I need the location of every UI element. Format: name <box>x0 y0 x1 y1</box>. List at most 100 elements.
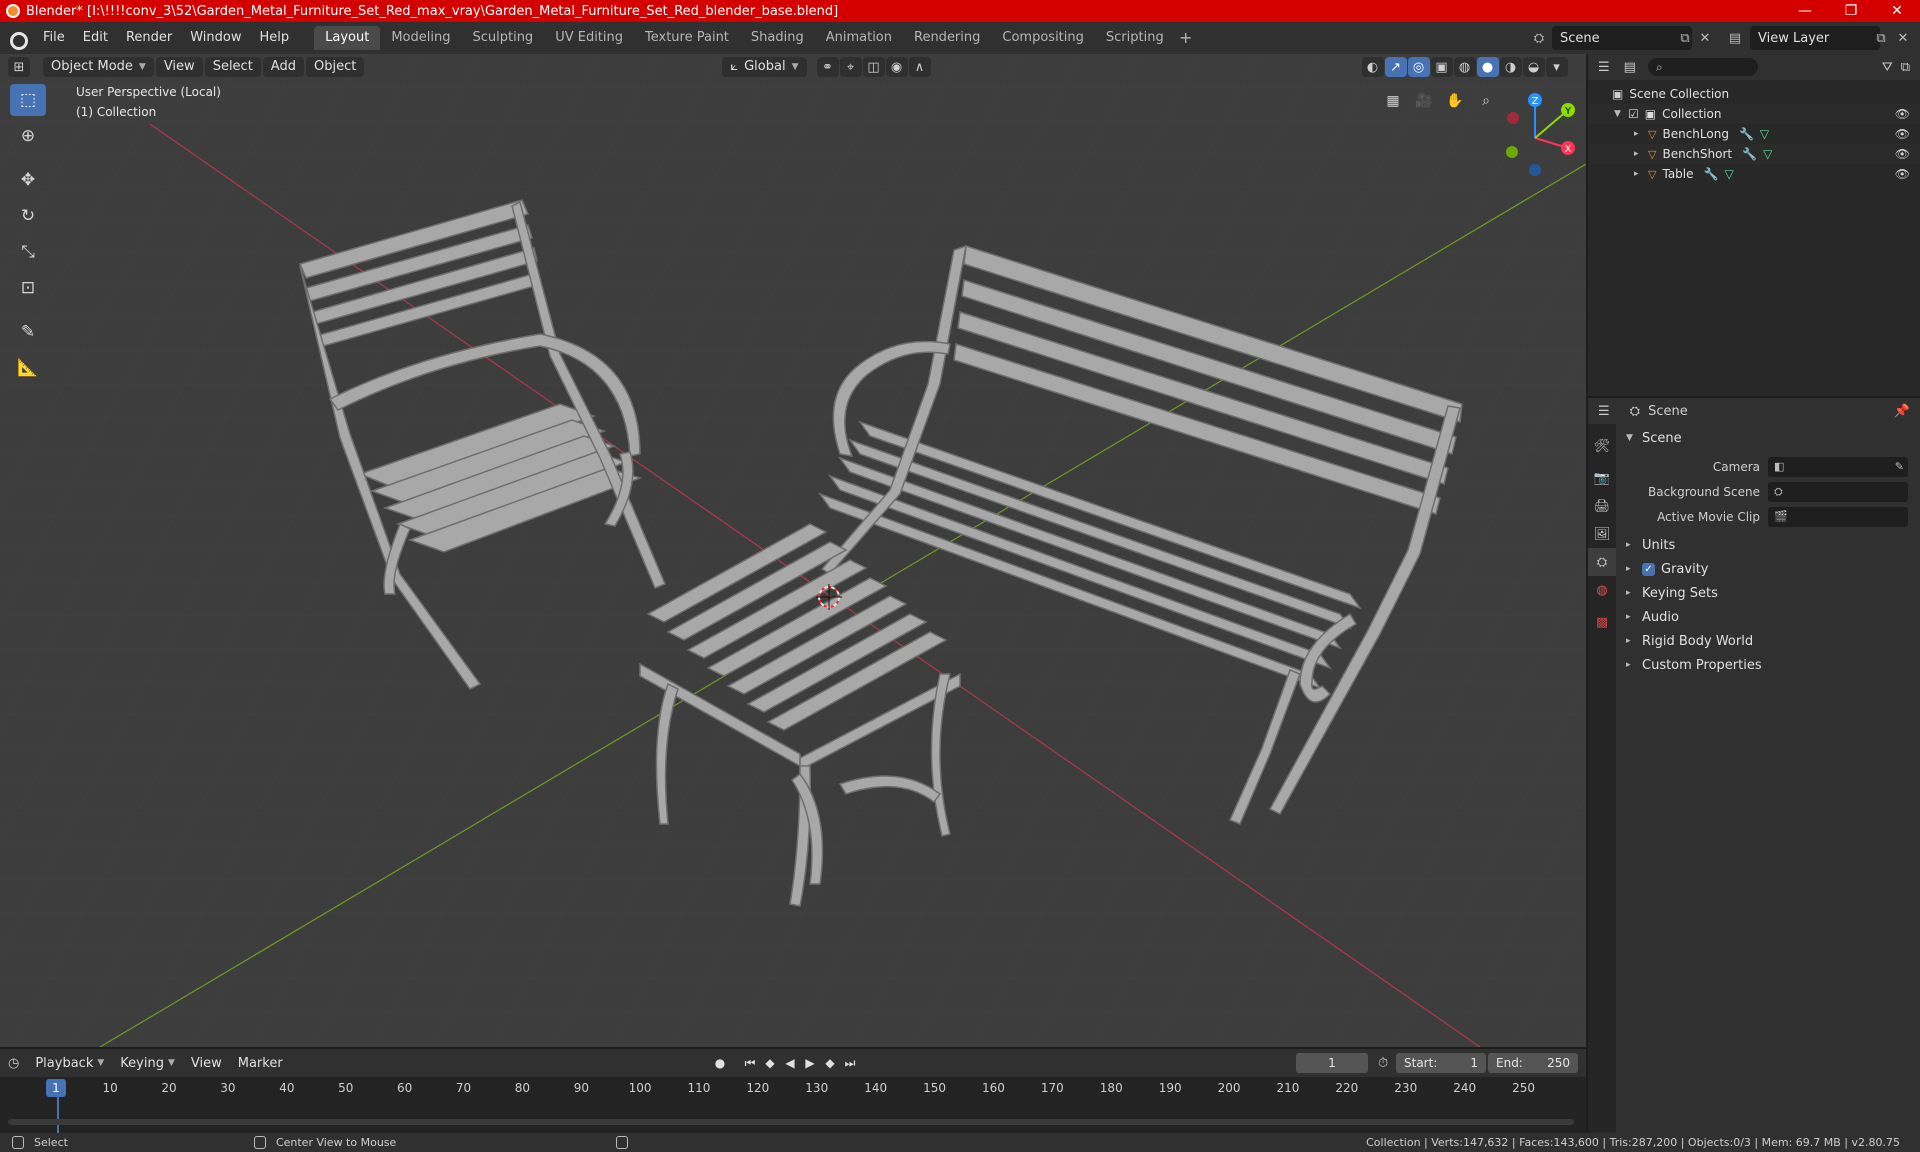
scale-tool[interactable]: ⤡ <box>10 236 46 268</box>
menu-edit[interactable]: Edit <box>74 26 117 50</box>
measure-tool[interactable]: 📐 <box>10 352 46 384</box>
rotate-tool[interactable]: ↻ <box>10 200 46 232</box>
outliner-row-benchlong[interactable]: ▸ ▽ BenchLong 🔧 ▽ 👁 <box>1588 124 1920 144</box>
solid-shading-icon[interactable]: ● <box>1476 57 1499 77</box>
select-box-tool[interactable]: ⬚ <box>10 84 46 116</box>
outliner-editor-icon[interactable]: ☰ <box>1598 60 1610 75</box>
record-icon[interactable]: ● <box>710 1053 730 1073</box>
outliner-search-input[interactable]: ⌕ <box>1647 58 1758 76</box>
outliner-row-benchshort[interactable]: ▸ ▽ BenchShort 🔧 ▽ 👁 <box>1588 144 1920 164</box>
menu-file[interactable]: File <box>34 26 74 50</box>
expand-collection-icon[interactable]: ▼ <box>1614 109 1624 119</box>
timeline-ruler[interactable]: 10 20 30 40 50 60 70 80 90 100 110 120 130 140 150 160 1… <box>0 1077 1586 1099</box>
toggle-grid-icon[interactable]: ▦ <box>1380 88 1406 114</box>
stopwatch-icon[interactable]: ⏱ <box>1378 1056 1388 1071</box>
tab-animation[interactable]: Animation <box>815 26 903 50</box>
visibility-icon[interactable]: ◐ <box>1361 57 1384 77</box>
scene-selector-icon[interactable]: ⛭ <box>1528 26 1550 50</box>
scene-name-field[interactable]: Scene <box>1552 26 1692 50</box>
tab-shading[interactable]: Shading <box>740 26 815 50</box>
benchlong-visibility-icon[interactable]: 👁 <box>1895 127 1910 141</box>
scene-section-header[interactable]: ▼ Scene <box>1618 426 1920 450</box>
falloff-icon[interactable]: ∧ <box>908 57 931 77</box>
gravity-panel-header[interactable]: ▸ ✓ Gravity <box>1618 557 1920 581</box>
collection-visibility-icon[interactable]: 👁 <box>1895 107 1910 121</box>
collection-checkbox[interactable]: ☑ <box>1628 107 1639 121</box>
texture-tab-icon[interactable]: ▩ <box>1588 608 1616 636</box>
view-layer-tab-icon[interactable]: 🖼 <box>1588 520 1616 548</box>
tab-layout[interactable]: Layout <box>314 26 381 50</box>
timeline-scrollbar[interactable] <box>8 1119 1574 1125</box>
timeline-menu-view[interactable]: View <box>183 1056 230 1071</box>
tab-scripting[interactable]: Scripting <box>1095 26 1175 50</box>
filter-icon[interactable]: ⛛ <box>1882 60 1893 75</box>
snap-target-icon[interactable]: ◫ <box>862 57 885 77</box>
viewport-menu-object[interactable]: Object <box>305 57 365 77</box>
menu-render[interactable]: Render <box>117 26 181 50</box>
neg-y-axis-handle[interactable] <box>1506 146 1518 158</box>
material-shading-icon[interactable]: ◑ <box>1499 57 1522 77</box>
jump-end-icon[interactable]: ⏭ <box>840 1053 860 1073</box>
timeline-menu-playback[interactable]: Playback ▼ <box>27 1056 112 1071</box>
editor-type-icon[interactable]: ⊞ <box>8 57 30 77</box>
shading-options-icon[interactable]: ▾ <box>1545 57 1568 77</box>
overlay-toggle-icon[interactable]: ◎ <box>1407 57 1430 77</box>
cursor-tool[interactable]: ⊕ <box>10 120 46 152</box>
mesh-data-icon[interactable]: ▽ <box>1724 167 1733 181</box>
mesh-data-icon[interactable]: ▽ <box>1763 147 1772 161</box>
mode-selector[interactable]: Object Mode ▼ <box>43 57 154 77</box>
mesh-data-icon[interactable]: ▽ <box>1760 127 1769 141</box>
render-tab-icon[interactable]: 📷 <box>1588 464 1616 492</box>
add-workspace-button[interactable]: + <box>1175 26 1197 50</box>
background-scene-field[interactable]: ⛭ <box>1768 481 1908 502</box>
menu-window[interactable]: Window <box>181 26 250 50</box>
menu-help[interactable]: Help <box>251 26 299 50</box>
expand-table-icon[interactable]: ▸ <box>1634 169 1644 179</box>
scene-tab-icon[interactable]: ⛭ <box>1588 548 1616 576</box>
outliner-row-scene-collection[interactable]: ▣ Scene Collection <box>1588 84 1920 104</box>
timeline-menu-keying[interactable]: Keying ▼ <box>112 1056 183 1071</box>
transform-tool[interactable]: ⊡ <box>10 272 46 304</box>
display-mode-icon[interactable]: ▤ <box>1624 60 1636 75</box>
gravity-checkbox[interactable]: ✓ <box>1642 562 1655 576</box>
blender-logo-icon[interactable] <box>8 29 28 50</box>
tab-texture-paint[interactable]: Texture Paint <box>634 26 740 50</box>
viewport-menu-add[interactable]: Add <box>262 57 304 77</box>
pivot-point-icon[interactable]: ⚭ <box>816 57 839 77</box>
tab-uv-editing[interactable]: UV Editing <box>544 26 634 50</box>
new-scene-icon[interactable]: ⧉ <box>1674 26 1696 50</box>
xray-icon[interactable]: ▣ <box>1430 57 1453 77</box>
properties-editor-icon[interactable]: ☰ <box>1598 404 1610 419</box>
custom-properties-panel-header[interactable]: ▸ Custom Properties <box>1618 653 1920 677</box>
maximize-button[interactable]: ❐ <box>1828 0 1874 22</box>
snap-icon[interactable]: ⌖ <box>839 57 862 77</box>
outliner-row-collection[interactable]: ▼ ☑ ▣ Collection 👁 <box>1588 104 1920 124</box>
rendered-shading-icon[interactable]: ◒ <box>1522 57 1545 77</box>
wireframe-shading-icon[interactable]: ◍ <box>1453 57 1476 77</box>
pan-hand-icon[interactable]: ✋ <box>1442 88 1468 114</box>
proportional-edit-icon[interactable]: ◉ <box>885 57 908 77</box>
rigid-body-world-panel-header[interactable]: ▸ Rigid Body World <box>1618 629 1920 653</box>
timeline-editor-icon[interactable]: ◷ <box>8 1056 19 1071</box>
modifier-wrench-icon[interactable]: 🔧 <box>1739 127 1754 141</box>
timeline-menu-marker[interactable]: Marker <box>230 1056 291 1071</box>
outliner-row-table[interactable]: ▸ ▽ Table 🔧 ▽ 👁 <box>1588 164 1920 184</box>
neg-z-axis-handle[interactable] <box>1529 164 1541 176</box>
pin-icon[interactable]: 📌 <box>1894 404 1910 419</box>
active-movie-clip-field[interactable]: 🎬 <box>1768 506 1908 527</box>
keying-sets-panel-header[interactable]: ▸ Keying Sets <box>1618 581 1920 605</box>
expand-benchshort-icon[interactable]: ▸ <box>1634 149 1644 159</box>
view-layer-icon[interactable]: ▤ <box>1724 26 1746 50</box>
play-icon[interactable]: ▶ <box>800 1053 820 1073</box>
annotate-tool[interactable]: ✎ <box>10 316 46 348</box>
viewport-scene[interactable] <box>0 54 1586 1047</box>
modifier-wrench-icon[interactable]: 🔧 <box>1704 167 1719 181</box>
jump-start-icon[interactable]: ⏮ <box>740 1053 760 1073</box>
output-tab-icon[interactable]: 🖨 <box>1588 492 1616 520</box>
current-frame-field[interactable]: 1 <box>1296 1053 1368 1073</box>
world-tab-icon[interactable]: ◍ <box>1588 576 1616 604</box>
next-keyframe-icon[interactable]: ◆ <box>820 1053 840 1073</box>
new-collection-icon[interactable]: ⧉ <box>1901 60 1910 75</box>
delete-scene-icon[interactable]: ✕ <box>1694 26 1716 50</box>
close-button[interactable]: ✕ <box>1874 0 1920 22</box>
